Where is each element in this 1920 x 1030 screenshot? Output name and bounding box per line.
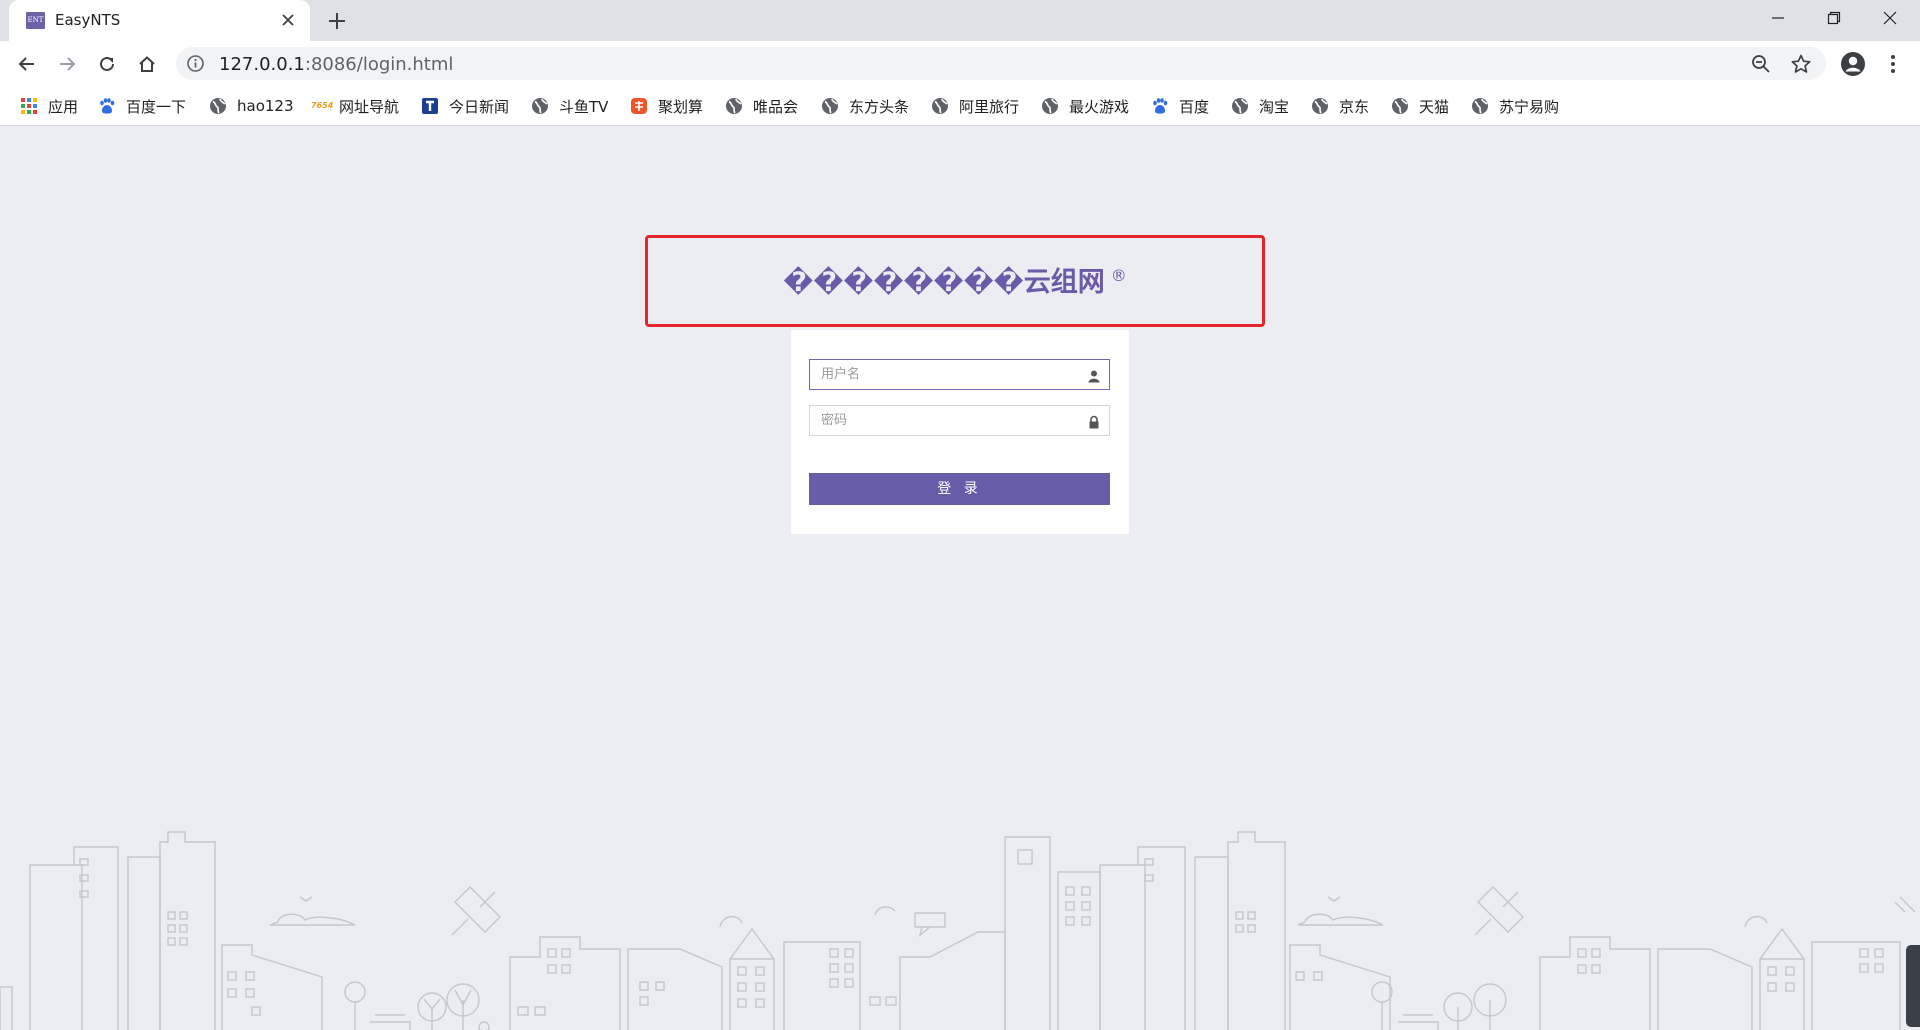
tab-close-icon[interactable] [277,9,299,31]
bookmark-hao123[interactable]: hao123 [209,95,294,117]
url-host: 127.0.0.1 [219,54,305,75]
reload-icon[interactable] [93,50,121,78]
bookmark-star-icon[interactable] [1790,53,1812,75]
browser-tab[interactable]: ENT EasyNTS [9,0,310,41]
bookmark-label: 斗鱼TV [559,97,609,116]
bookmarks-bar: 应用 百度一下 hao123 7654 网址导航 今日新闻 斗鱼TV 聚划算 唯… [0,86,1920,126]
tab-strip: ENT EasyNTS [0,0,1920,41]
globe-icon [531,97,549,115]
password-field[interactable] [809,405,1110,436]
url-text[interactable]: 127.0.0.1:8086/login.html [219,54,453,75]
globe-icon [1041,97,1059,115]
globe-icon [821,97,839,115]
back-arrow-icon[interactable] [13,50,41,78]
globe-icon [1471,97,1489,115]
url-path: :8086/login.html [304,54,454,75]
browser-toolbar: 127.0.0.1:8086/login.html [0,41,1920,86]
profile-avatar-icon[interactable] [1839,50,1867,78]
globe-icon [1311,97,1329,115]
zoom-icon[interactable] [1750,53,1772,75]
baidu-paw-icon [98,97,116,115]
browser-menu-icon[interactable] [1879,50,1907,78]
globe-icon [725,97,743,115]
login-page: ��������云组网 ® 登 录 [0,127,1920,1030]
apps-grid-icon [20,97,38,115]
bookmark-jd[interactable]: 京东 [1311,95,1369,117]
news-icon [421,97,439,115]
lock-icon [1087,414,1101,429]
site-title-text: ��������云组网 [783,267,1105,298]
city-skyline-illustration [0,831,1916,1030]
username-input[interactable] [810,360,1080,389]
window-close-icon[interactable] [1862,0,1918,36]
window-restore-icon[interactable] [1806,0,1862,36]
7654-icon: 7654 [311,101,334,110]
baidu-paw-icon [1151,97,1169,115]
bookmark-label: 最火游戏 [1069,97,1130,116]
bookmark-baidu[interactable]: 百度 [1151,95,1209,117]
bookmark-eastday[interactable]: 东方头条 [821,95,909,117]
user-icon [1087,368,1101,383]
bookmark-label: 淘宝 [1259,97,1290,116]
address-bar[interactable]: 127.0.0.1:8086/login.html [176,47,1826,80]
new-tab-plus-icon[interactable] [325,9,349,33]
bookmark-label: 应用 [48,97,79,116]
bookmark-douyu[interactable]: 斗鱼TV [531,95,608,117]
bookmark-label: hao123 [237,97,294,115]
bookmark-baidu-yixia[interactable]: 百度一下 [98,95,186,117]
bookmark-7654-nav[interactable]: 7654 网址导航 [311,95,399,117]
bookmark-vipshop[interactable]: 唯品会 [725,95,798,117]
home-icon[interactable] [133,50,161,78]
bookmark-label: 苏宁易购 [1499,97,1560,116]
bookmark-label: 天猫 [1419,97,1450,116]
bookmark-label: 今日新闻 [449,97,510,116]
globe-icon [1391,97,1409,115]
tab-favicon-icon: ENT [26,12,45,29]
window-minimize-icon[interactable] [1750,0,1806,36]
bookmark-label: 阿里旅行 [959,97,1020,116]
username-field[interactable] [809,359,1110,390]
site-title: ��������云组网 ® [648,260,1262,299]
login-button[interactable]: 登 录 [809,473,1110,505]
password-input[interactable] [810,406,1080,435]
globe-icon [209,97,227,115]
site-info-icon[interactable] [186,54,205,73]
registered-mark: ® [1110,266,1127,285]
juhuasuan-icon [630,97,648,115]
bookmark-label: 唯品会 [753,97,799,116]
globe-icon [931,97,949,115]
bookmark-ali-travel[interactable]: 阿里旅行 [931,95,1019,117]
tab-title: EasyNTS [55,11,121,29]
bookmark-today-news[interactable]: 今日新闻 [421,95,509,117]
bookmark-label: 京东 [1339,97,1370,116]
bookmark-taobao[interactable]: 淘宝 [1231,95,1289,117]
bookmark-label: 东方头条 [849,97,910,116]
bookmark-label: 百度一下 [126,97,187,116]
bookmark-label: 网址导航 [339,97,400,116]
forward-arrow-icon[interactable] [53,50,81,78]
bookmark-label: 聚划算 [658,97,704,116]
side-widget-handle[interactable] [1906,945,1920,1027]
bookmark-juhuasuan[interactable]: 聚划算 [630,95,703,117]
bookmark-apps[interactable]: 应用 [20,95,78,117]
bookmark-hot-games[interactable]: 最火游戏 [1041,95,1129,117]
bookmark-tmall[interactable]: 天猫 [1391,95,1449,117]
login-form: 登 录 [791,330,1129,534]
globe-icon [1231,97,1249,115]
bookmark-label: 百度 [1179,97,1210,116]
highlighted-title-box: ��������云组网 ® [645,235,1265,327]
bookmark-suning[interactable]: 苏宁易购 [1471,95,1559,117]
